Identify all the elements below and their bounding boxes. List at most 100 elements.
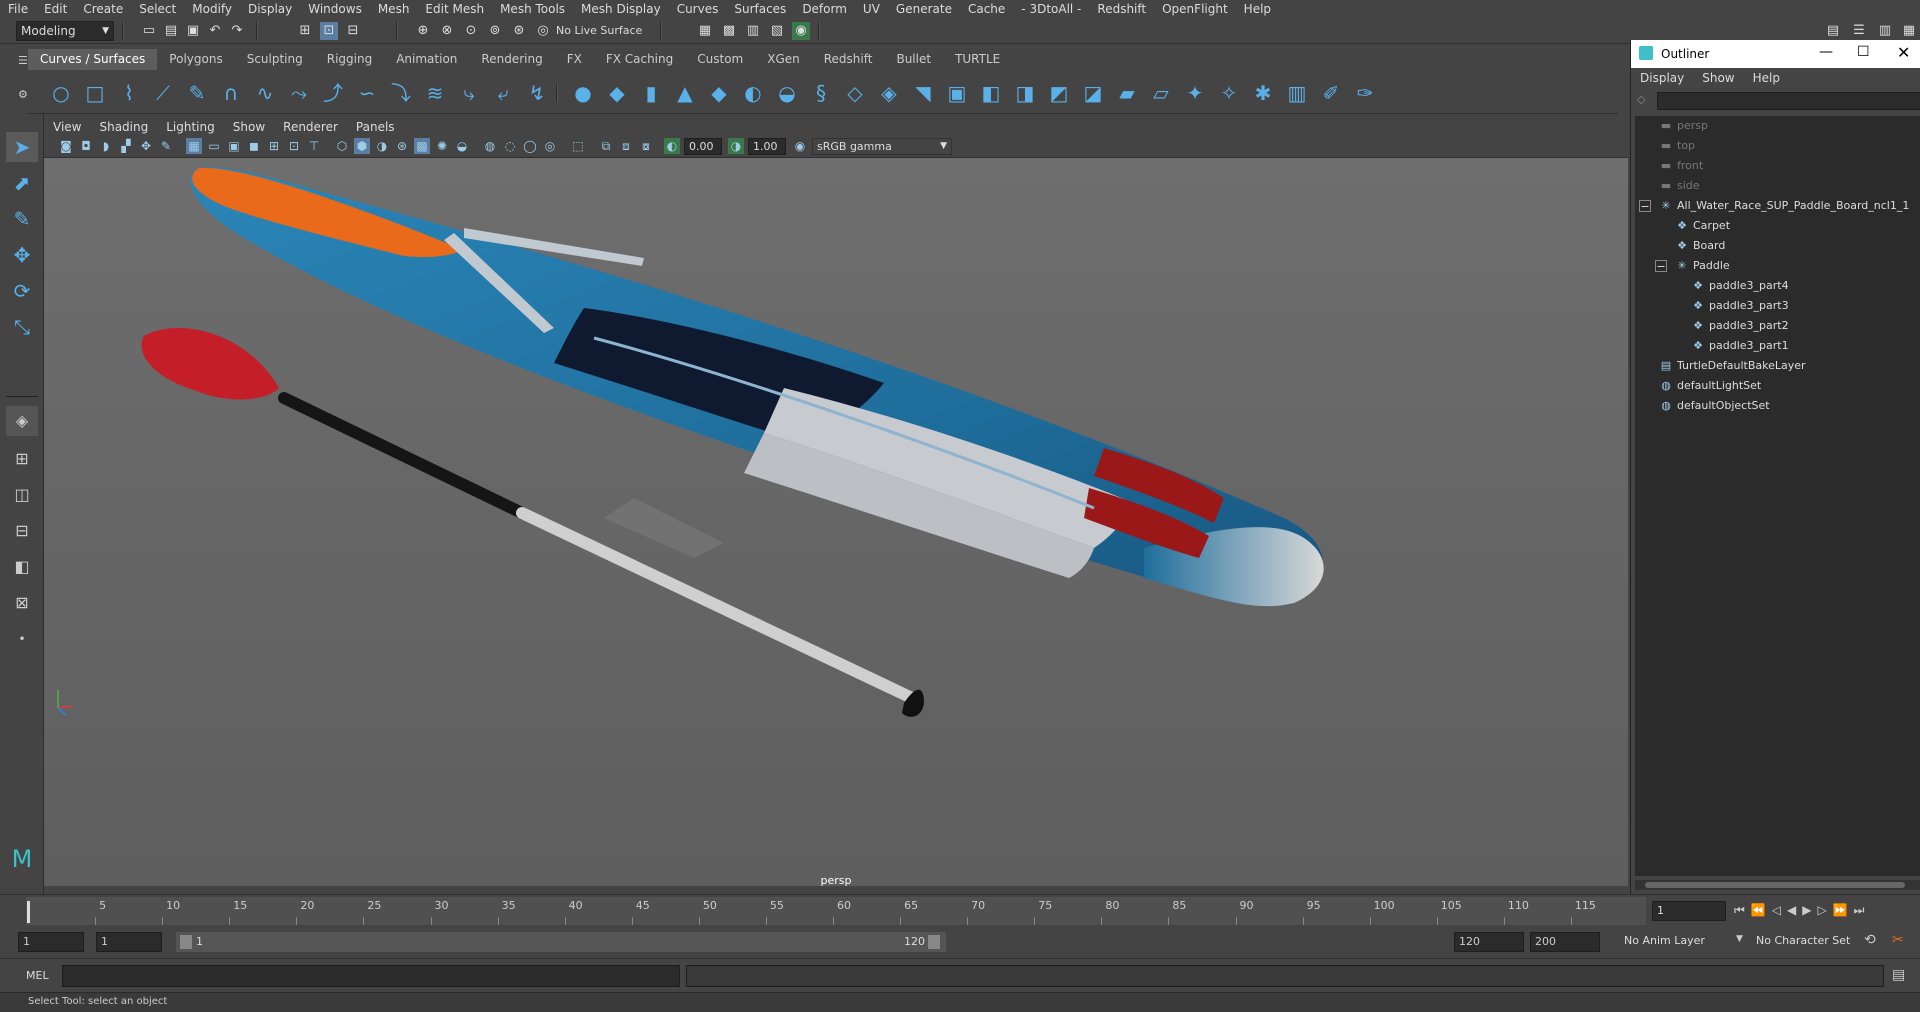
untrim-icon[interactable]: ▱ [1148, 80, 1174, 106]
safe-title-icon[interactable]: ⊤ [306, 138, 322, 154]
ipr-render-icon[interactable]: ▥ [744, 22, 762, 40]
outliner-item[interactable]: ▬ front [1659, 156, 1703, 176]
hypershade-layout-icon[interactable]: ◧ [6, 552, 38, 582]
collapse-icon[interactable]: − [1655, 260, 1667, 272]
grease-pencil-icon[interactable]: ✎ [158, 138, 174, 154]
script-editor-icon[interactable]: ▤ [1892, 967, 1905, 983]
outliner-item[interactable]: ❖ Board [1675, 236, 1725, 256]
bevel-plus-icon[interactable]: ▣ [944, 80, 970, 106]
render-frame-icon[interactable]: ▩ [720, 22, 738, 40]
rotate-tool-icon[interactable]: ⟳ [6, 276, 38, 306]
viewport-menu-show[interactable]: Show [224, 120, 274, 134]
camera-attributes-icon[interactable]: ◘ [78, 138, 94, 154]
play-back-icon[interactable]: ◀ [1787, 903, 1802, 917]
resolution-gate-icon[interactable]: ▣ [226, 138, 242, 154]
xray-components-icon[interactable]: ⧇ [638, 138, 654, 154]
cv-curve-icon[interactable]: ⌇ [116, 80, 142, 106]
planar-icon[interactable]: ◇ [842, 80, 868, 106]
extrude-icon[interactable]: ◈ [876, 80, 902, 106]
intersect-icon[interactable]: ◪ [1080, 80, 1106, 106]
menu-openflight[interactable]: OpenFlight [1154, 2, 1236, 16]
menu-3dtoall[interactable]: - 3DtoAll - [1013, 2, 1089, 16]
menu-cache[interactable]: Cache [960, 2, 1013, 16]
single-perspective-layout-icon[interactable]: ◈ [6, 406, 38, 436]
auto-key-icon[interactable]: ⟲ [1864, 932, 1876, 948]
outliner-item[interactable]: ▬ side [1659, 176, 1700, 196]
step-forward-key-icon[interactable]: ⏩ [1833, 903, 1854, 917]
boundary-icon[interactable]: ◧ [978, 80, 1004, 106]
live-surface-label[interactable]: No Live Surface [556, 24, 642, 37]
colorspace-dropdown[interactable]: sRGB gamma ▼ [812, 138, 952, 155]
filter-icon[interactable]: ◇ [1637, 93, 1651, 107]
shelf-tab-rigging[interactable]: Rigging [315, 49, 384, 70]
exposure-field[interactable]: 0.00 [684, 138, 722, 155]
nurbs-square-icon[interactable]: □ [82, 80, 108, 106]
viewport-menu-renderer[interactable]: Renderer [274, 120, 347, 134]
arc-tool-icon[interactable]: ∩ [218, 80, 244, 106]
gate-mask-icon[interactable]: ◼ [246, 138, 262, 154]
select-camera-icon[interactable]: ◙ [58, 138, 74, 154]
nurbs-circle-icon[interactable]: ○ [48, 80, 74, 106]
step-forward-icon[interactable]: ▷ [1817, 903, 1832, 917]
surface-editing-icon[interactable]: ✑ [1352, 80, 1378, 106]
open-close-icon[interactable]: ✱ [1250, 80, 1276, 106]
collapse-icon[interactable]: − [1639, 200, 1651, 212]
outliner-item[interactable]: ◍ defaultObjectSet [1659, 396, 1769, 416]
render-view-icon[interactable]: ▦ [696, 22, 714, 40]
lasso-tool-icon[interactable]: ⬈ [6, 168, 38, 198]
motion-blur-icon[interactable]: ◌ [502, 138, 518, 154]
menu-mesh-tools[interactable]: Mesh Tools [492, 2, 573, 16]
current-frame-field[interactable]: 1 [1652, 901, 1726, 921]
viewport-menu-panels[interactable]: Panels [347, 120, 404, 134]
range-bar[interactable]: 1 120 [176, 932, 946, 952]
ep-curve-icon[interactable]: ⟋ [150, 80, 176, 106]
shelf-tab-custom[interactable]: Custom [685, 49, 755, 70]
isolate-select-icon[interactable]: ⬚ [570, 138, 586, 154]
shelf-tab-xgen[interactable]: XGen [755, 49, 812, 70]
outliner-scrollbar[interactable] [1635, 880, 1920, 890]
outliner-item[interactable]: ❖ paddle3_part1 [1691, 336, 1789, 356]
select-hierarchy-icon[interactable]: ⊞ [296, 22, 314, 40]
default-material-icon[interactable]: ◑ [374, 138, 390, 154]
attach-surfaces-icon[interactable]: ✦ [1182, 80, 1208, 106]
select-tool-icon[interactable]: ➤ [6, 132, 38, 162]
menu-surfaces[interactable]: Surfaces [726, 2, 794, 16]
outliner-item[interactable]: ▤ TurtleDefaultBakeLayer [1659, 356, 1806, 376]
image-plane-icon[interactable]: ▞ [118, 138, 134, 154]
outliner-menu-help[interactable]: Help [1744, 71, 1789, 85]
layout-more-icon[interactable]: • [6, 624, 38, 654]
outliner-item[interactable]: ◍ defaultLightSet [1659, 376, 1761, 396]
shelf-menu-icon[interactable]: ☰ [18, 54, 28, 67]
bookmark-icon[interactable]: ◗ [98, 138, 114, 154]
shelf-tab-turtle[interactable]: TURTLE [943, 49, 1012, 70]
snap-view-icon[interactable]: ⊚ [486, 22, 504, 40]
gamma-field[interactable]: 1.00 [748, 138, 786, 155]
exposure-icon[interactable]: ◐ [664, 138, 680, 154]
offset-curve-icon[interactable]: ≋ [422, 80, 448, 106]
shelf-options-icon[interactable]: ⚙ [18, 88, 28, 101]
select-component-icon[interactable]: ⊟ [344, 22, 362, 40]
menu-uv[interactable]: UV [855, 2, 888, 16]
nurbs-cylinder-icon[interactable]: ▮ [638, 80, 664, 106]
hypershade-icon[interactable]: ◉ [792, 22, 810, 40]
safe-action-icon[interactable]: ⊡ [286, 138, 302, 154]
undo-icon[interactable]: ↶ [206, 22, 224, 40]
nurbs-sphere-icon[interactable]: ● [570, 80, 596, 106]
save-scene-icon[interactable]: ▣ [184, 22, 202, 40]
command-input[interactable] [62, 965, 680, 987]
2d-pan-zoom-icon[interactable]: ✥ [138, 138, 154, 154]
shelf-tab-fx[interactable]: FX [555, 49, 594, 70]
project-curve-icon[interactable]: ◩ [1046, 80, 1072, 106]
insert-isoparm-icon[interactable]: ▥ [1284, 80, 1310, 106]
xray-icon[interactable]: ⧉ [598, 138, 614, 154]
time-ruler[interactable]: 5 10 15 20 25 30 35 40 45 50 55 60 65 70 75 80 85 90 95 100… [26, 897, 1646, 925]
snap-point-icon[interactable]: ⊙ [462, 22, 480, 40]
four-view-layout-icon[interactable]: ⊞ [6, 444, 38, 474]
outliner-item[interactable]: ❖ paddle3_part4 [1691, 276, 1789, 296]
viewport-menu-shading[interactable]: Shading [90, 120, 157, 134]
snap-surface-icon[interactable]: ⊛ [510, 22, 528, 40]
render-settings-icon[interactable]: ▧ [768, 22, 786, 40]
outliner-item[interactable]: ❖ paddle3_part2 [1691, 316, 1789, 336]
open-scene-icon[interactable]: ▤ [162, 22, 180, 40]
shadows-icon[interactable]: ◒ [454, 138, 470, 154]
